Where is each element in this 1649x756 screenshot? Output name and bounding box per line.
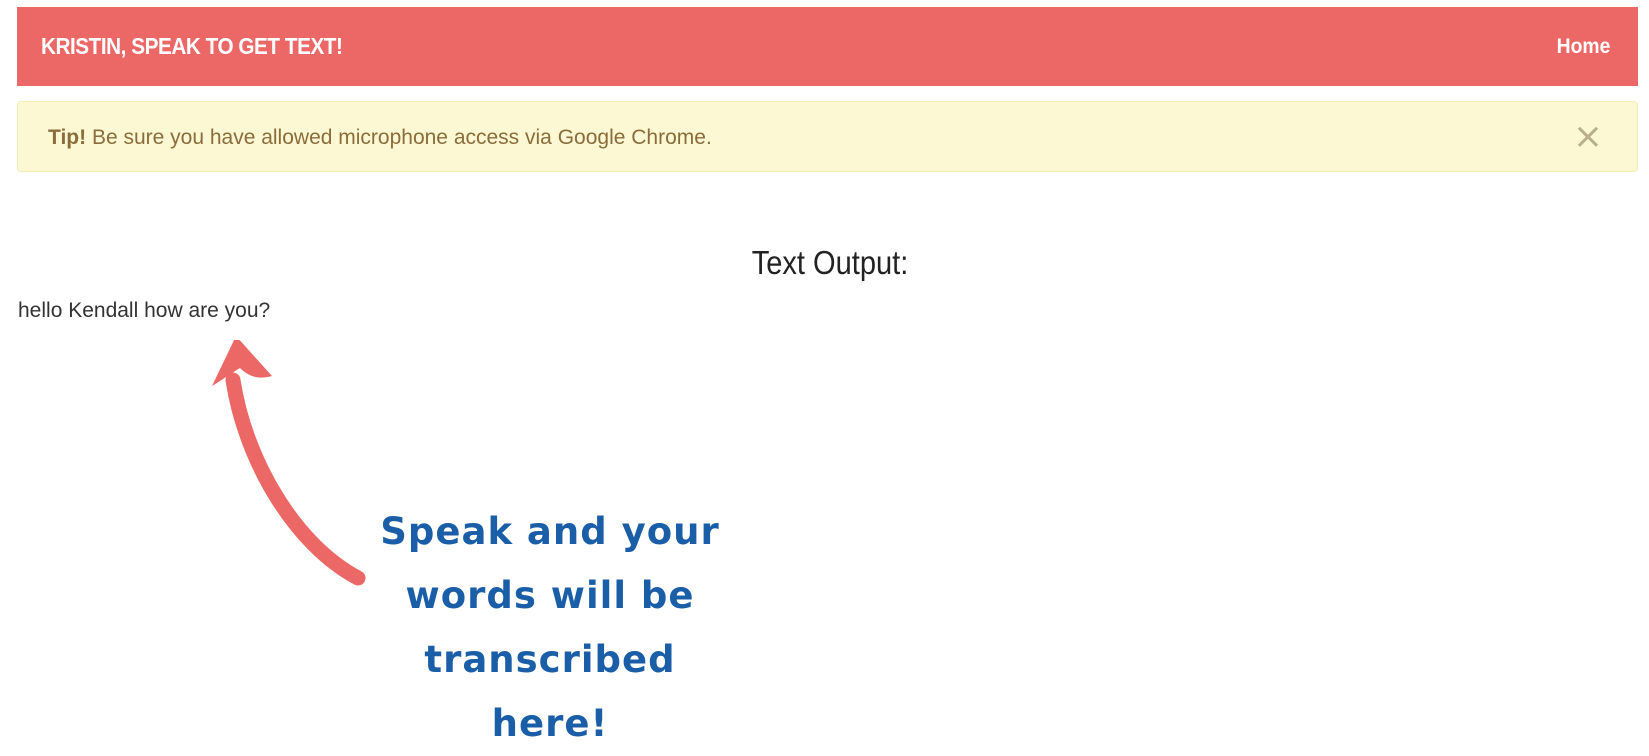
annotation-line: words will be [405,574,695,617]
annotation-text: Speak and your words will be transcribed… [360,500,740,756]
nav-home-link[interactable]: Home [1556,36,1610,57]
close-icon[interactable]: × [1573,119,1603,155]
alert-message: Tip! Be sure you have allowed microphone… [48,127,712,148]
curved-arrow-icon [212,340,366,586]
transcribed-text: hello Kendall how are you? [18,299,271,322]
output-title: Text Output: [751,244,909,281]
navbar: KRISTIN, SPEAK TO GET TEXT! Home [17,7,1638,86]
annotation-line: transcribed here! [424,638,676,745]
alert-label: Tip! [48,126,87,149]
tip-alert: Tip! Be sure you have allowed microphone… [17,101,1638,172]
navbar-brand[interactable]: KRISTIN, SPEAK TO GET TEXT! [41,35,343,58]
alert-body: Be sure you have allowed microphone acce… [86,126,712,149]
annotation-line: Speak and your [380,510,720,553]
